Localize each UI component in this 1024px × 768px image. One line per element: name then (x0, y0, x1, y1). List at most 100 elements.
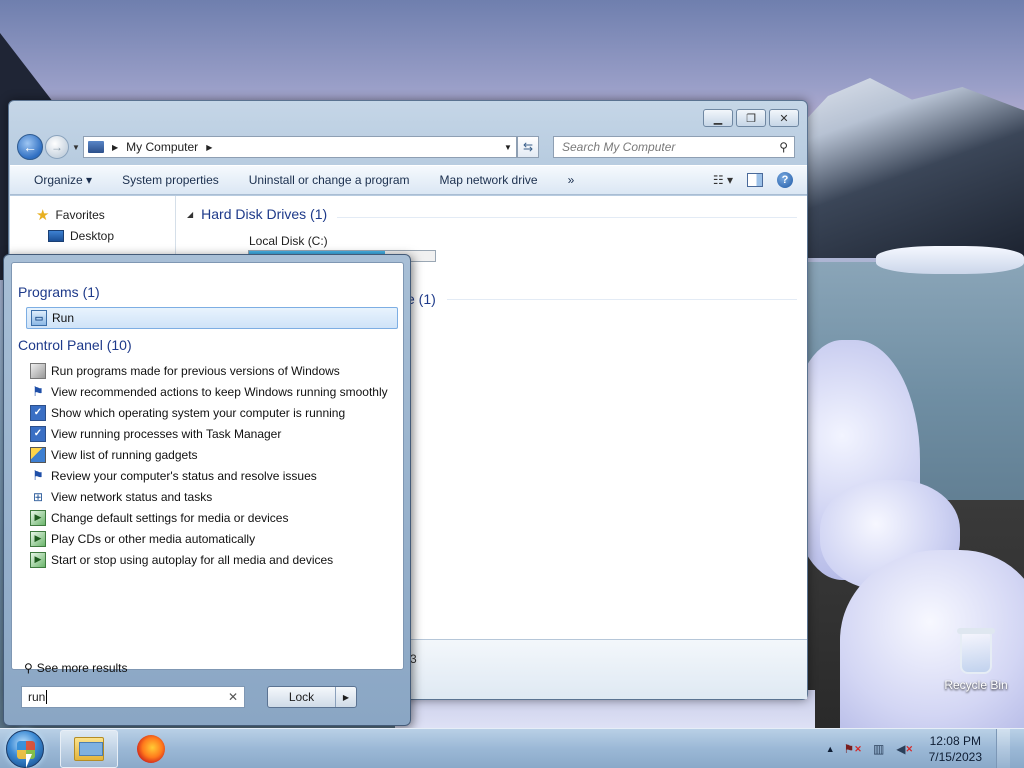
preview-pane-icon[interactable] (747, 173, 763, 187)
recent-pages-dropdown[interactable]: ▼ (71, 143, 81, 152)
group-removable-storage[interactable]: e (1) (407, 291, 436, 307)
nav-favorites-label: Favorites (55, 208, 105, 222)
programs-header[interactable]: Programs (1) (18, 284, 100, 300)
result-gadgets[interactable]: View list of running gadgets (26, 444, 398, 465)
search-results: Programs (1) ▭ Run Control Panel (10) Ru… (11, 262, 404, 675)
more-commands-button[interactable]: » (553, 173, 590, 187)
taskbar-firefox-button[interactable] (122, 730, 180, 768)
uninstall-program-button[interactable]: Uninstall or change a program (234, 173, 425, 187)
shutdown-options-arrow-icon[interactable]: ▶ (336, 687, 356, 707)
address-bar[interactable]: ▶ My Computer ▶ ▼ (83, 136, 517, 158)
result-autoplay-toggle[interactable]: ▶ Start or stop using autoplay for all m… (26, 549, 398, 570)
result-play-cds[interactable]: ▶ Play CDs or other media automatically (26, 528, 398, 549)
group-hard-disk-drives[interactable]: ◢ Hard Disk Drives (1) (187, 206, 327, 222)
nav-desktop[interactable]: Desktop (48, 229, 114, 243)
close-button[interactable]: ✕ (769, 109, 799, 127)
address-dropdown[interactable]: ▼ (500, 143, 516, 152)
volume-muted-icon[interactable]: ◀ ✕ (896, 741, 913, 757)
autoplay-icon: ▶ (30, 509, 46, 526)
nav-desktop-label: Desktop (70, 229, 115, 243)
action-center-flag-icon: ⚑ (32, 467, 44, 483)
breadcrumb-my-computer[interactable]: My Computer (126, 140, 198, 154)
task-manager-icon: ✓ (30, 425, 46, 442)
change-view-icon[interactable]: ☷ ▾ (713, 173, 733, 187)
action-center-flag-icon: ⚑ (32, 383, 44, 399)
result-network-status[interactable]: ⊞ View network status and tasks (26, 486, 398, 507)
wallpaper-ice-floe (876, 246, 1024, 274)
lock-button[interactable]: Lock ▶ (267, 686, 357, 708)
explorer-search-input[interactable]: Search My Computer ⚲ (553, 136, 795, 158)
compat-icon (30, 362, 46, 379)
control-panel-header[interactable]: Control Panel (10) (18, 337, 132, 353)
result-computer-status[interactable]: ⚑ Review your computer's status and reso… (26, 465, 398, 486)
local-disk-c[interactable]: Local Disk (C:) (249, 234, 328, 248)
group-hard-disk-label: Hard Disk Drives (1) (201, 206, 328, 222)
result-label: Start or stop using autoplay for all med… (51, 552, 334, 567)
star-icon: ★ (36, 207, 50, 224)
clock-date: 7/15/2023 (928, 750, 982, 764)
recycle-bin-desktop-icon[interactable]: Recycle Bin (940, 628, 1012, 692)
show-hidden-icons-button[interactable]: ▲ (826, 744, 835, 754)
system-icon: ✓ (30, 404, 46, 421)
start-search-input[interactable]: run ✕ (21, 686, 245, 708)
minimize-button[interactable]: ▁ (703, 109, 733, 127)
firefox-icon (137, 735, 165, 763)
recycle-bin-icon (957, 628, 995, 674)
clock[interactable]: 12:08 PM 7/15/2023 (929, 733, 982, 765)
window-controls: ▁ ❐ ✕ (703, 109, 799, 127)
breadcrumb-arrow-icon[interactable]: ▶ (206, 143, 212, 152)
organize-button[interactable]: Organize ▾ (10, 173, 107, 187)
map-network-drive-button[interactable]: Map network drive (425, 173, 553, 187)
see-more-results-link[interactable]: ⚲ See more results (24, 661, 128, 675)
clear-search-icon[interactable]: ✕ (228, 690, 238, 704)
result-label: Show which operating system your compute… (51, 405, 346, 420)
clock-time: 12:08 PM (929, 734, 981, 748)
taskbar: ▲ ⚑ ✕ ▥ ◀ ✕ 12:08 PM 7/15/2023 (0, 728, 1024, 768)
search-value: run (28, 690, 46, 704)
nav-favorites[interactable]: ★ Favorites (36, 206, 105, 224)
help-icon[interactable]: ? (777, 172, 793, 188)
search-icon[interactable]: ⚲ (779, 140, 788, 154)
result-run[interactable]: ▭ Run (26, 307, 398, 329)
details-text: 3 (410, 652, 417, 666)
text-caret (46, 690, 48, 704)
result-label: View recommended actions to keep Windows… (51, 384, 388, 399)
result-label: View list of running gadgets (51, 447, 198, 462)
mouse-cursor (26, 754, 32, 768)
result-task-manager[interactable]: ✓ View running processes with Task Manag… (26, 423, 398, 444)
result-default-media-settings[interactable]: ▶ Change default settings for media or d… (26, 507, 398, 528)
action-center-icon[interactable]: ⚑ ✕ (843, 741, 861, 757)
result-label: Run programs made for previous versions … (51, 363, 340, 378)
forward-button[interactable]: → (45, 135, 69, 159)
navigation-bar: ← → ▼ ▶ My Computer ▶ ▼ ⇆ Search My Comp… (17, 133, 801, 161)
refresh-button[interactable]: ⇆ (517, 136, 539, 158)
result-compatibility[interactable]: Run programs made for previous versions … (26, 360, 398, 381)
result-label: View network status and tasks (51, 489, 213, 504)
collapse-icon[interactable]: ◢ (187, 210, 193, 219)
start-button[interactable] (6, 730, 44, 768)
result-label: Play CDs or other media automatically (51, 531, 256, 546)
system-properties-button[interactable]: System properties (107, 173, 234, 187)
maximize-button[interactable]: ❐ (736, 109, 766, 127)
search-icon: ⚲ (24, 661, 33, 675)
taskbar-explorer-button[interactable] (60, 730, 118, 768)
result-os-info[interactable]: ✓ Show which operating system your compu… (26, 402, 398, 423)
folder-icon (74, 737, 104, 761)
result-label: Run (52, 311, 75, 325)
result-recommended-actions[interactable]: ⚑ View recommended actions to keep Windo… (26, 381, 398, 402)
desktop-icon (48, 230, 64, 242)
autoplay-icon: ▶ (30, 551, 46, 568)
lock-label[interactable]: Lock (268, 687, 336, 707)
group-divider (337, 217, 797, 218)
autoplay-icon: ▶ (30, 530, 46, 547)
breadcrumb-arrow-icon[interactable]: ▶ (112, 143, 118, 152)
group-divider (447, 299, 797, 300)
notification-area: ▲ ⚑ ✕ ▥ ◀ ✕ 12:08 PM 7/15/2023 (826, 729, 1024, 768)
network-tray-icon[interactable]: ▥ (871, 741, 887, 757)
back-button[interactable]: ← (17, 134, 43, 160)
recycle-bin-label: Recycle Bin (944, 678, 1008, 692)
computer-icon (88, 141, 104, 153)
see-more-label: See more results (36, 661, 128, 675)
show-desktop-button[interactable] (996, 729, 1010, 768)
network-icon: ⊞ (32, 489, 44, 504)
